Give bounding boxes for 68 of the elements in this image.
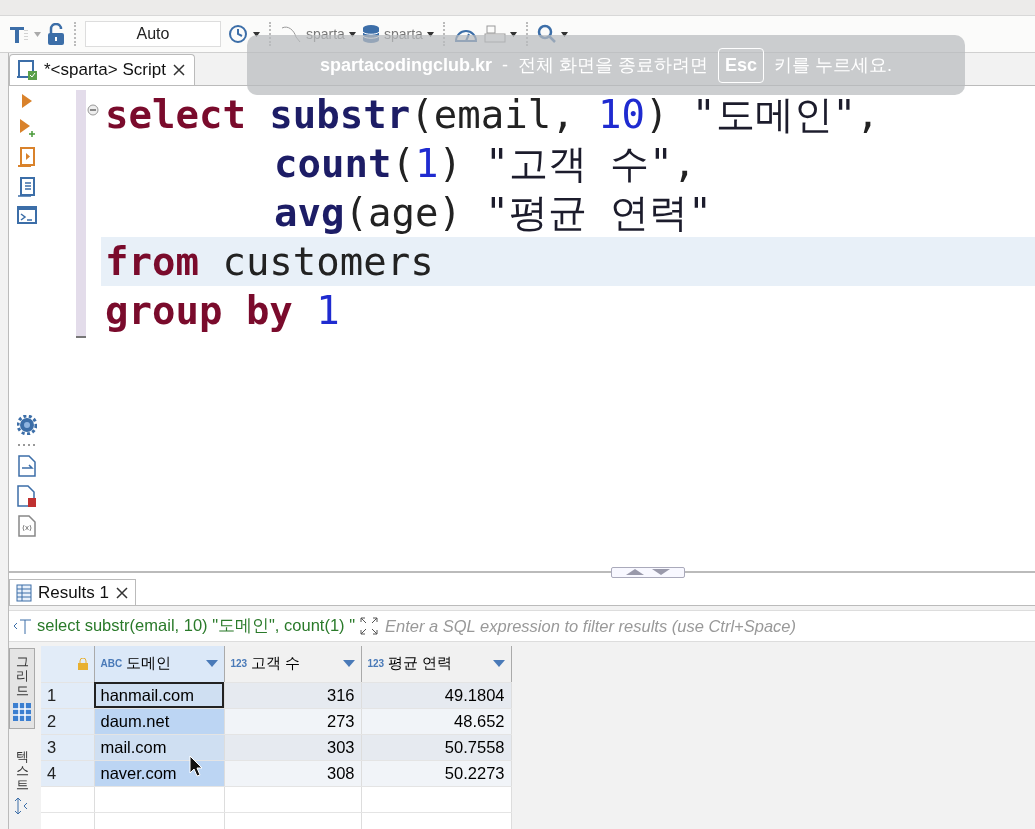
database-selector[interactable]: sparta [383,26,423,42]
chevron-down-icon[interactable] [652,569,670,575]
table-cell[interactable]: hanmail.com [94,682,224,708]
table-cell[interactable]: daum.net [94,708,224,734]
view-tab[interactable]: 텍스트 [9,742,35,822]
table-cell[interactable]: 273 [224,708,361,734]
table-cell[interactable]: 308 [224,760,361,786]
column-name: 평균 연력 [388,654,454,674]
table-cell[interactable]: 303 [224,734,361,760]
chevron-up-icon[interactable] [626,569,644,575]
separator: - [502,54,508,76]
code-line: avg(age) "평균 연력" [273,189,713,237]
play-icon[interactable] [20,92,34,110]
row-number[interactable]: 3 [41,734,94,760]
table-cell[interactable]: mail.com [94,734,224,760]
results-tab[interactable]: Results 1 [9,579,136,605]
table-cell[interactable]: 50.7558 [361,734,511,760]
file-export-icon[interactable] [18,455,36,477]
filter-input[interactable]: Enter a SQL expression to filter results (use Ctrl+Space) [383,615,1035,637]
column-header[interactable]: 123 고객 수 [224,646,361,682]
lock-icon[interactable] [47,23,65,45]
gear-icon[interactable] [17,415,37,435]
expand-icon[interactable] [359,616,379,636]
row-number[interactable]: 2 [41,708,94,734]
text-icon[interactable] [14,796,30,815]
type-label: 123 [367,658,385,670]
view-tab[interactable]: 그리드 [9,648,35,729]
table-cell[interactable]: 316 [224,682,361,708]
type-label: ABC [100,658,123,670]
file-error-icon[interactable] [17,485,37,507]
terminal-icon[interactable] [17,206,37,224]
mouse-cursor-icon[interactable] [189,755,203,777]
file-variable-icon[interactable] [18,515,36,537]
script-run-icon[interactable] [17,146,37,168]
history-icon[interactable] [227,23,249,45]
row-number[interactable]: 4 [41,760,94,786]
script-icon[interactable] [16,59,38,81]
script-list-icon[interactable] [17,176,37,198]
code-line: group by 1 [104,287,341,335]
dots-icon[interactable] [17,443,37,447]
sort-caret-icon[interactable] [342,660,355,668]
transaction-mode-field[interactable]: Auto [85,21,221,47]
column-name: 고객 수 [251,654,302,674]
table-cell[interactable]: 48.652 [361,708,511,734]
datasource-selector[interactable]: sparta [306,26,345,42]
column-header[interactable]: ABC 도메인 [94,646,224,682]
row-number[interactable]: 1 [41,682,94,708]
sort-caret-icon[interactable] [492,660,505,668]
close-icon[interactable] [171,63,186,77]
code-line: count(1) "고객 수", [273,140,698,188]
filter-bar[interactable]: select substr(email, 10) "도메인", count(1) " Enter a SQL expression to filter results (use Ctrl+Space) [9,610,1035,642]
play-plus-icon[interactable] [18,118,36,138]
query-text-icon[interactable] [13,617,33,635]
close-icon[interactable] [114,585,129,600]
sort-caret-icon[interactable] [205,660,218,668]
type-label: 123 [230,658,248,670]
table-cell[interactable]: 50.2273 [361,760,511,786]
table-icon[interactable] [16,583,32,602]
collapse-icon[interactable] [87,104,99,116]
table-cell[interactable]: 49.1804 [361,682,511,708]
editor-tab[interactable]: *<sparta> Script [9,54,195,85]
grid-icon[interactable] [12,701,32,722]
code-line: select substr(email, 10) "도메인", [104,91,881,139]
text-format-icon[interactable] [8,24,30,44]
panel-toggle[interactable] [611,566,685,578]
column-header[interactable]: 123 평균 연력 [361,646,511,682]
query-text: select substr(email, 10) "도메인", count(1) " [37,615,355,636]
column-name: 도메인 [126,654,173,674]
